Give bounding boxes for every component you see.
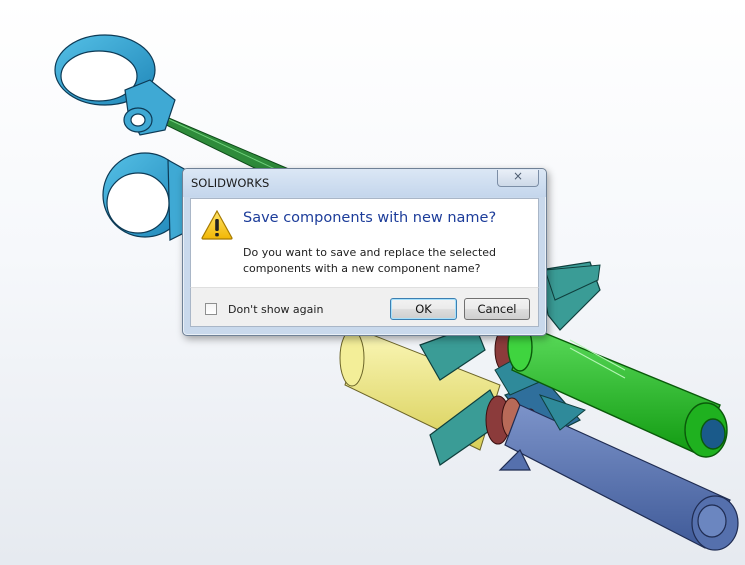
dialog-title: SOLIDWORKS	[191, 176, 270, 190]
warning-icon	[201, 210, 233, 240]
dialog-content: Save components with new name? Do you wa…	[190, 198, 539, 288]
dont-show-again-checkbox[interactable]	[205, 303, 217, 315]
dont-show-again-label[interactable]: Don't show again	[228, 303, 323, 316]
cancel-button[interactable]: Cancel	[464, 298, 530, 320]
dialog-message: Do you want to save and replace the sele…	[243, 246, 497, 275]
save-components-dialog: SOLIDWORKS × Save components with new na…	[182, 168, 547, 336]
ok-button[interactable]: OK	[390, 298, 457, 320]
main-instruction: Save components with new name?	[243, 210, 497, 226]
dialog-titlebar[interactable]: SOLIDWORKS ×	[183, 169, 546, 197]
dialog-footer: Don't show again OK Cancel	[190, 287, 539, 327]
close-button[interactable]: ×	[497, 169, 539, 187]
close-icon: ×	[512, 169, 524, 183]
cyan-ring-top[interactable]	[54, 34, 176, 136]
